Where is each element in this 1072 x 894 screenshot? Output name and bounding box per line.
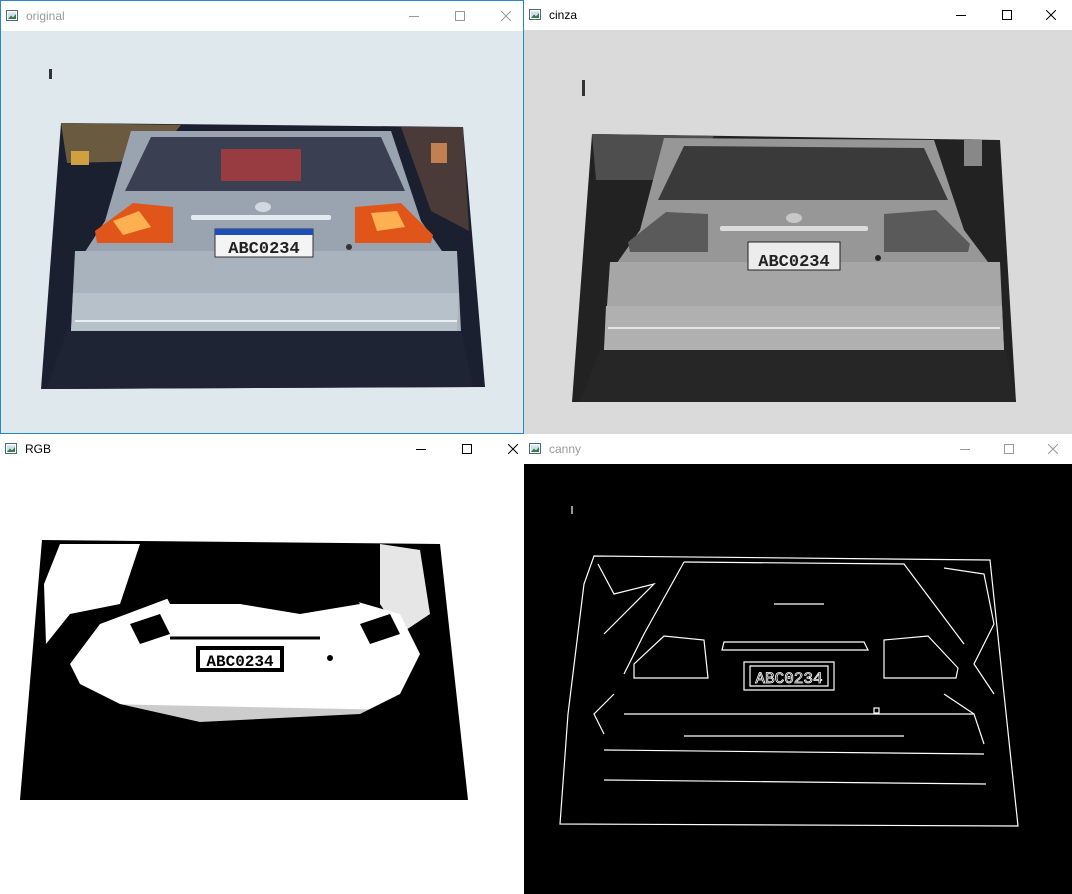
maximize-icon — [462, 444, 472, 454]
maximize-button[interactable] — [444, 434, 490, 464]
minimize-icon — [416, 449, 426, 450]
plate-text: ABC0234 — [755, 670, 822, 688]
close-icon — [508, 444, 518, 454]
minimize-button[interactable] — [398, 434, 444, 464]
titlebar-rgb[interactable]: RGB — [0, 434, 524, 464]
titlebar-cinza[interactable]: cinza — [524, 0, 1072, 30]
close-button[interactable] — [483, 1, 523, 31]
maximize-icon — [455, 11, 465, 21]
plate-text: ABC0234 — [228, 240, 299, 259]
image-rgb-threshold: ABC0234 — [0, 464, 524, 894]
window-title: cinza — [549, 8, 578, 22]
car-photo-grayscale: ABC0234 — [524, 30, 1072, 434]
image-cinza: ABC0234 — [524, 30, 1072, 434]
window-title: RGB — [25, 442, 52, 456]
titlebar-original[interactable]: original — [1, 1, 523, 31]
maximize-button[interactable] — [986, 434, 1032, 464]
window-canny[interactable]: canny ABC0234 — [524, 434, 1072, 894]
minimize-icon — [409, 16, 419, 17]
titlebar-canny[interactable]: canny — [524, 434, 1072, 464]
image-original: ABC0234 — [1, 31, 523, 433]
car-photo-color: ABC0234 — [1, 31, 523, 433]
minimize-icon — [960, 449, 970, 450]
app-window-icon — [6, 10, 18, 21]
minimize-button[interactable] — [391, 1, 437, 31]
close-icon — [501, 11, 511, 21]
app-window-icon — [529, 9, 541, 20]
close-icon — [1048, 444, 1058, 454]
maximize-icon — [1004, 444, 1014, 454]
car-edges-canny: ABC0234 — [524, 464, 1072, 894]
maximize-button[interactable] — [984, 0, 1030, 30]
plate-text: ABC0234 — [206, 653, 274, 671]
car-threshold-binary: ABC0234 — [0, 464, 524, 894]
window-rgb[interactable]: RGB ABC0234 — [0, 434, 524, 894]
maximize-button[interactable] — [437, 1, 483, 31]
maximize-icon — [1002, 10, 1012, 20]
app-window-icon — [5, 443, 17, 454]
window-title: original — [26, 9, 65, 23]
window-cinza[interactable]: cinza ABC0234 — [524, 0, 1072, 434]
plate-text: ABC0234 — [758, 253, 829, 272]
minimize-button[interactable] — [942, 434, 988, 464]
minimize-button[interactable] — [938, 0, 984, 30]
close-icon — [1046, 10, 1056, 20]
image-canny-edges: ABC0234 — [524, 464, 1072, 894]
window-original[interactable]: original ABC0234 — [0, 0, 524, 434]
minimize-icon — [956, 15, 966, 16]
close-button[interactable] — [490, 434, 524, 464]
app-window-icon — [529, 443, 541, 454]
window-title: canny — [549, 442, 582, 456]
close-button[interactable] — [1028, 0, 1072, 30]
close-button[interactable] — [1030, 434, 1072, 464]
